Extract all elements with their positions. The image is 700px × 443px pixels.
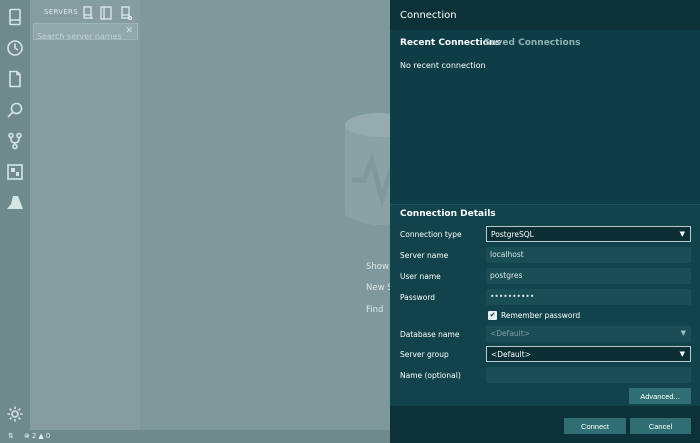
user-name-label: User name [400, 272, 441, 281]
search-box: ✕ [33, 23, 138, 44]
chevron-down-icon: ▼ [679, 230, 685, 238]
server-group-label: Server group [400, 350, 449, 359]
advanced-button[interactable]: Advanced... [629, 388, 691, 404]
database-name-value: <Default> [490, 329, 530, 338]
problems-status[interactable]: ⊗ 2 ▲ 0 [24, 432, 50, 440]
remember-password-row[interactable]: ✔ Remember password [488, 311, 580, 320]
welcome-editor: Show New S Find [140, 0, 415, 430]
warning-icon: ▲ [38, 432, 44, 440]
active-connections-icon[interactable] [120, 5, 133, 21]
show-link[interactable]: Show [366, 262, 389, 272]
chevron-down-icon: ▼ [680, 329, 686, 337]
no-recent-message: No recent connection [400, 61, 486, 70]
dialog-header: Connection [390, 0, 700, 30]
new-server-group-icon[interactable] [100, 5, 112, 20]
server-group-value: <Default> [491, 350, 531, 359]
remember-password-checkbox[interactable]: ✔ [488, 311, 497, 320]
name-optional-input[interactable] [486, 367, 691, 383]
settings-gear-icon[interactable] [6, 405, 24, 423]
server-group-select[interactable]: <Default> ▼ [486, 346, 691, 362]
history-icon[interactable] [6, 39, 24, 57]
password-input[interactable]: •••••••••• [486, 289, 691, 305]
dialog-title: Connection [400, 10, 457, 21]
name-optional-label: Name (optional) [400, 371, 461, 380]
servers-sidebar: SERVERS ✕ [30, 0, 140, 430]
extensions-icon[interactable] [6, 163, 24, 181]
cancel-button[interactable]: Cancel [630, 418, 691, 434]
database-name-select[interactable]: <Default> ▼ [486, 326, 691, 342]
connection-type-label: Connection type [400, 230, 462, 239]
new-link[interactable]: New S [366, 283, 393, 293]
status-bar: ⇅ ⊗ 2 ▲ 0 [0, 430, 390, 443]
server-name-input[interactable]: localhost [486, 247, 691, 263]
new-connection-icon[interactable] [82, 5, 94, 19]
search-server-input[interactable] [34, 29, 124, 44]
warning-count: 0 [45, 432, 51, 440]
file-icon[interactable] [6, 70, 24, 88]
app-window: SERVERS ✕ Show New S Find ⇅ [0, 0, 700, 443]
connect-button[interactable]: Connect [564, 418, 626, 434]
search-icon[interactable] [6, 101, 24, 119]
remember-password-label: Remember password [501, 311, 581, 320]
servers-icon[interactable] [6, 8, 24, 26]
source-control-icon[interactable] [6, 132, 24, 150]
connection-dialog: Connection Recent Connections Saved Conn… [390, 0, 700, 443]
error-icon: ⊗ [24, 432, 30, 440]
connection-type-select[interactable]: PostgreSQL ▼ [486, 226, 691, 242]
server-name-label: Server name [400, 251, 449, 260]
details-title: Connection Details [400, 209, 496, 219]
database-name-label: Database name [400, 330, 460, 339]
connection-status-icon[interactable]: ⇅ [8, 432, 14, 440]
clear-search-icon[interactable]: ✕ [125, 26, 133, 36]
password-label: Password [400, 293, 436, 302]
user-name-input[interactable]: postgres [486, 268, 691, 284]
find-link[interactable]: Find [366, 305, 383, 315]
tab-saved-connections[interactable]: Saved Connections [484, 38, 580, 48]
azure-icon[interactable] [6, 194, 24, 212]
activity-bar [0, 0, 30, 443]
error-count: 2 [31, 432, 37, 440]
servers-title: SERVERS [44, 8, 78, 16]
chevron-down-icon: ▼ [679, 350, 685, 358]
dialog-footer: Connect Cancel [390, 406, 700, 443]
connection-type-value: PostgreSQL [491, 230, 534, 239]
